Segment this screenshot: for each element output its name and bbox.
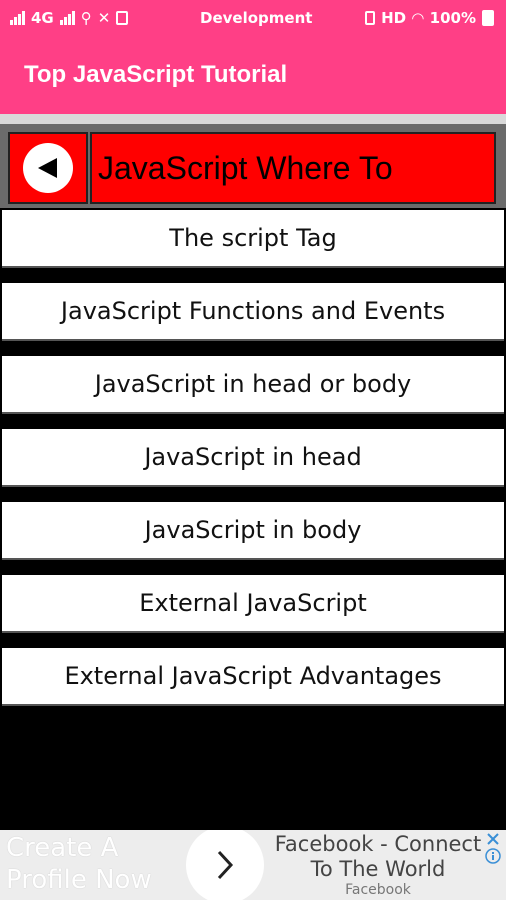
- ad-left-text[interactable]: Create A Profile Now: [6, 832, 152, 896]
- list-item[interactable]: JavaScript in body: [2, 502, 504, 560]
- ad-title[interactable]: Facebook - Connect To The World: [270, 832, 486, 882]
- list-item[interactable]: JavaScript in head or body: [2, 356, 504, 414]
- ad-title-line1: Facebook - Connect: [274, 832, 482, 856]
- list-item[interactable]: External JavaScript Advantages: [2, 648, 504, 706]
- section-title-text: JavaScript Where To: [98, 149, 393, 186]
- content-area: JavaScript Where To The script Tag JavaS…: [0, 124, 506, 830]
- ad-title-line2: To The World: [310, 857, 446, 881]
- list-item[interactable]: JavaScript in head: [2, 429, 504, 487]
- appbar-divider: [0, 114, 506, 124]
- ad-next-button[interactable]: [186, 830, 264, 900]
- signal-icon: [10, 11, 25, 25]
- section-header: JavaScript Where To: [0, 124, 506, 208]
- battery-label: 100%: [429, 9, 476, 27]
- list-item[interactable]: External JavaScript: [2, 575, 504, 633]
- ad-controls: [484, 832, 502, 868]
- close-icon[interactable]: [486, 832, 500, 846]
- usb-icon: ⚲: [80, 9, 92, 27]
- notification-icon: [116, 11, 129, 25]
- info-icon[interactable]: [485, 848, 501, 864]
- tools-icon: ✕: [97, 9, 111, 27]
- vibrate-icon: [365, 11, 376, 25]
- app-title: Top JavaScript Tutorial: [24, 61, 288, 88]
- ad-left-line2: Profile Now: [6, 865, 152, 895]
- list-item[interactable]: The script Tag: [2, 210, 504, 268]
- network-label: 4G: [31, 9, 54, 27]
- hd-label: HD: [381, 9, 407, 27]
- ad-banner[interactable]: Create A Profile Now Facebook - Connect …: [0, 830, 506, 900]
- chevron-right-icon: [217, 850, 234, 880]
- list-item[interactable]: JavaScript Functions and Events: [2, 283, 504, 341]
- back-button[interactable]: [8, 132, 88, 204]
- section-title: JavaScript Where To: [90, 132, 496, 204]
- battery-icon: [482, 10, 494, 26]
- development-label: Development: [200, 9, 313, 27]
- status-app-label: Development: [200, 0, 312, 36]
- wifi-icon: ◠: [412, 9, 424, 27]
- status-left: 4G ⚲ ✕: [10, 9, 129, 27]
- ad-left-line1: Create A: [6, 833, 119, 863]
- back-arrow-icon: [38, 158, 57, 178]
- status-bar: 4G ⚲ ✕ Development HD ◠ 100%: [0, 0, 506, 36]
- app-bar: Top JavaScript Tutorial: [0, 36, 506, 114]
- status-right: HD ◠ 100%: [365, 0, 494, 36]
- ad-brand: Facebook: [345, 882, 411, 898]
- signal-icon-2: [59, 11, 75, 25]
- back-icon-circle: [23, 143, 73, 193]
